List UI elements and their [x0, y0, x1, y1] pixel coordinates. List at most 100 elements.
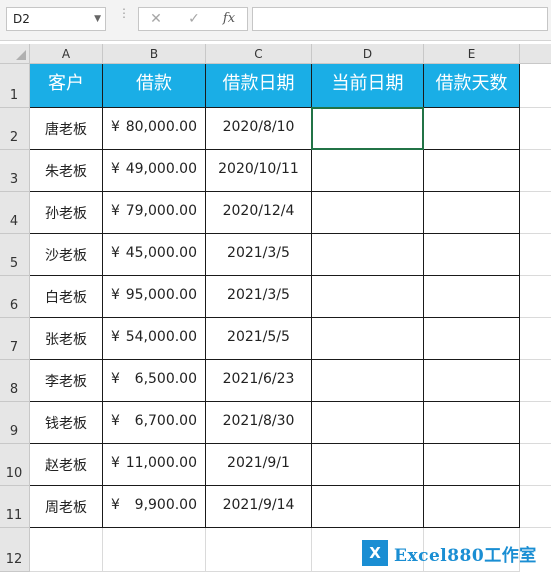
header-cell-e[interactable]: 借款天数 — [424, 64, 520, 108]
row-header-5[interactable]: 5 — [0, 234, 30, 276]
cell-a3[interactable]: 朱老板 — [30, 150, 103, 192]
row-header-6[interactable]: 6 — [0, 276, 30, 318]
cell-c12[interactable] — [206, 528, 312, 572]
cell-d11[interactable] — [312, 486, 424, 528]
cell-e10[interactable] — [424, 444, 520, 486]
cell-a10[interactable]: 赵老板 — [30, 444, 103, 486]
grid-cell[interactable] — [520, 192, 551, 234]
cell-a9[interactable]: 钱老板 — [30, 402, 103, 444]
chevron-down-icon[interactable]: ▼ — [94, 8, 101, 30]
cell-c9[interactable]: 2021/8/30 — [206, 402, 312, 444]
cell-c4[interactable]: 2020/12/4 — [206, 192, 312, 234]
header-cell-c[interactable]: 借款日期 — [206, 64, 312, 108]
cell-b5[interactable]: ¥45,000.00 — [103, 234, 206, 276]
cell-e3[interactable] — [424, 150, 520, 192]
row-header-1[interactable]: 1 — [0, 64, 30, 108]
cell-d5[interactable] — [312, 234, 424, 276]
cell-d4[interactable] — [312, 192, 424, 234]
enter-icon[interactable]: ✓ — [179, 8, 209, 30]
header-cell-b[interactable]: 借款 — [103, 64, 206, 108]
row-header-9[interactable]: 9 — [0, 402, 30, 444]
cell-b3[interactable]: ¥49,000.00 — [103, 150, 206, 192]
client-name: 唐老板 — [45, 122, 87, 138]
cell-e11[interactable] — [424, 486, 520, 528]
column-header-e[interactable]: E — [424, 44, 520, 64]
cell-b2[interactable]: ¥80,000.00 — [103, 108, 206, 150]
cell-c10[interactable]: 2021/9/1 — [206, 444, 312, 486]
name-box[interactable]: D2 ▼ — [6, 7, 106, 31]
row-header-10[interactable]: 10 — [0, 444, 30, 486]
header-cell-a[interactable]: 客户 — [30, 64, 103, 108]
grid-cell[interactable] — [520, 318, 551, 360]
cell-d7[interactable] — [312, 318, 424, 360]
formula-input[interactable] — [252, 7, 548, 31]
cell-e4[interactable] — [424, 192, 520, 234]
cell-b4[interactable]: ¥79,000.00 — [103, 192, 206, 234]
header-cell-d[interactable]: 当前日期 — [312, 64, 424, 108]
cell-e2[interactable] — [424, 108, 520, 150]
cell-a8[interactable]: 李老板 — [30, 360, 103, 402]
cell-a6[interactable]: 白老板 — [30, 276, 103, 318]
column-header-d[interactable]: D — [312, 44, 424, 64]
row-header-11[interactable]: 11 — [0, 486, 30, 528]
currency-symbol: ¥ — [111, 497, 120, 513]
client-name: 孙老板 — [45, 206, 87, 222]
active-cell-selection — [311, 107, 424, 150]
cell-e8[interactable] — [424, 360, 520, 402]
cell-b8[interactable]: ¥6,500.00 — [103, 360, 206, 402]
cell-e9[interactable] — [424, 402, 520, 444]
column-header-a[interactable]: A — [30, 44, 103, 64]
grid-cell[interactable] — [520, 234, 551, 276]
cell-d6[interactable] — [312, 276, 424, 318]
cell-c3[interactable]: 2020/10/11 — [206, 150, 312, 192]
cell-b7[interactable]: ¥54,000.00 — [103, 318, 206, 360]
row-header-2[interactable]: 2 — [0, 108, 30, 150]
cell-c11[interactable]: 2021/9/14 — [206, 486, 312, 528]
cell-a12[interactable] — [30, 528, 103, 572]
row-header-8[interactable]: 8 — [0, 360, 30, 402]
column-header-b[interactable]: B — [103, 44, 206, 64]
cell-e6[interactable] — [424, 276, 520, 318]
grid-cell[interactable] — [520, 486, 551, 528]
cell-b11[interactable]: ¥9,900.00 — [103, 486, 206, 528]
cell-c6[interactable]: 2021/3/5 — [206, 276, 312, 318]
cell-b9[interactable]: ¥6,700.00 — [103, 402, 206, 444]
cell-c2[interactable]: 2020/8/10 — [206, 108, 312, 150]
currency-symbol: ¥ — [111, 371, 120, 387]
loan-amount: 79,000.00 — [125, 203, 197, 219]
cell-a2[interactable]: 唐老板 — [30, 108, 103, 150]
drag-handle-icon[interactable]: ⋮ — [118, 7, 130, 28]
row-header-3[interactable]: 3 — [0, 150, 30, 192]
cell-d8[interactable] — [312, 360, 424, 402]
row-header-12[interactable]: 12 — [0, 528, 30, 572]
cell-a4[interactable]: 孙老板 — [30, 192, 103, 234]
cell-c8[interactable]: 2021/6/23 — [206, 360, 312, 402]
grid-cell[interactable] — [520, 64, 551, 108]
cell-e7[interactable] — [424, 318, 520, 360]
grid-cell[interactable] — [520, 402, 551, 444]
excel880-logo-icon: X — [362, 540, 388, 566]
grid-cell[interactable] — [520, 108, 551, 150]
row-header-4[interactable]: 4 — [0, 192, 30, 234]
cell-b12[interactable] — [103, 528, 206, 572]
cell-a5[interactable]: 沙老板 — [30, 234, 103, 276]
grid-cell[interactable] — [520, 360, 551, 402]
grid-cell[interactable] — [520, 444, 551, 486]
cell-b10[interactable]: ¥11,000.00 — [103, 444, 206, 486]
cell-d9[interactable] — [312, 402, 424, 444]
select-all-button[interactable] — [0, 44, 30, 64]
cell-a11[interactable]: 周老板 — [30, 486, 103, 528]
grid-cell[interactable] — [520, 276, 551, 318]
cancel-icon[interactable]: ✕ — [141, 8, 171, 30]
cell-d3[interactable] — [312, 150, 424, 192]
cell-a7[interactable]: 张老板 — [30, 318, 103, 360]
row-header-7[interactable]: 7 — [0, 318, 30, 360]
insert-function-icon[interactable]: fx — [214, 8, 244, 30]
cell-c7[interactable]: 2021/5/5 — [206, 318, 312, 360]
cell-b6[interactable]: ¥95,000.00 — [103, 276, 206, 318]
cell-d10[interactable] — [312, 444, 424, 486]
cell-e5[interactable] — [424, 234, 520, 276]
cell-c5[interactable]: 2021/3/5 — [206, 234, 312, 276]
column-header-c[interactable]: C — [206, 44, 312, 64]
grid-cell[interactable] — [520, 150, 551, 192]
